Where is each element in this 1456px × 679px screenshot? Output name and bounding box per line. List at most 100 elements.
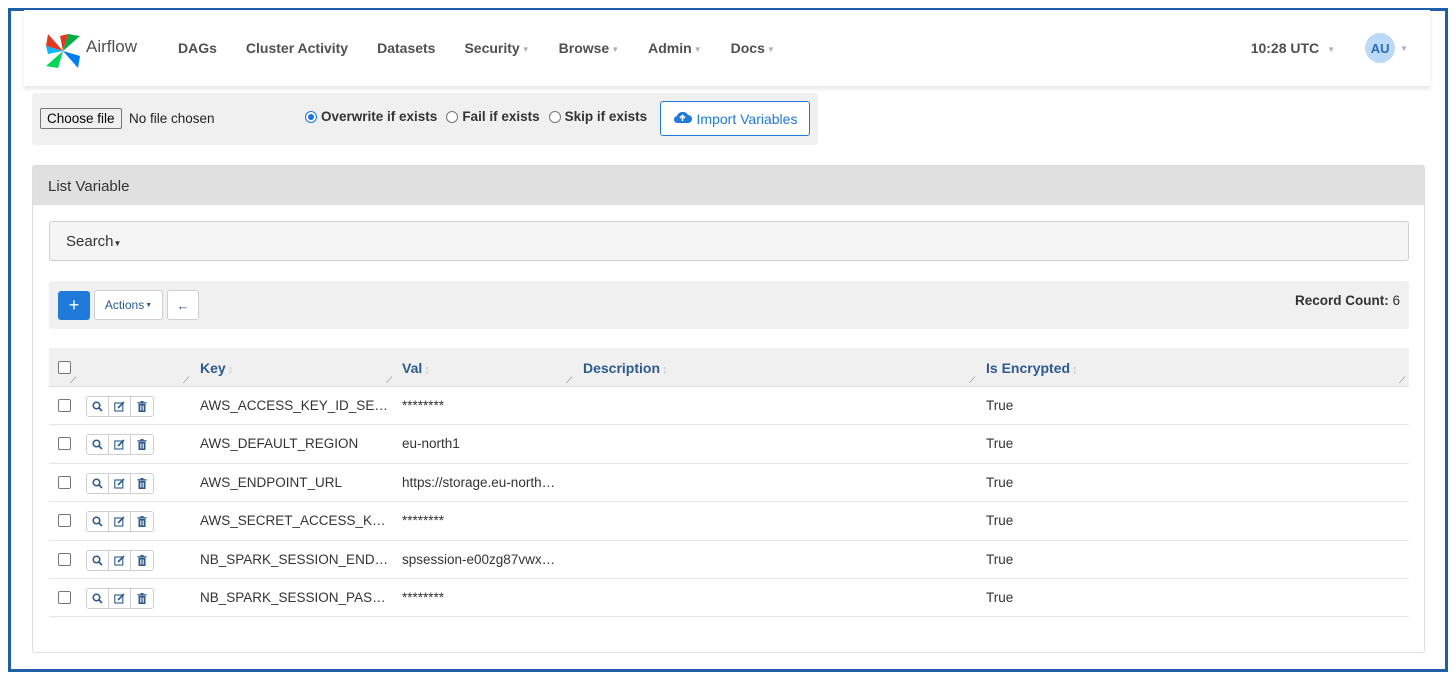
trash-icon[interactable] — [131, 474, 153, 493]
nav-cluster-activity[interactable]: Cluster Activity — [246, 40, 348, 56]
edit-icon[interactable] — [109, 397, 131, 416]
column-header-is-encrypted[interactable]: Is Encrypted ↕ — [986, 360, 1078, 376]
nav-security[interactable]: Security ▼ — [464, 40, 529, 56]
row-checkbox[interactable] — [58, 552, 71, 566]
nav-datasets-label: Datasets — [377, 40, 436, 56]
nav-browse-label: Browse — [558, 40, 610, 56]
resize-handle-icon[interactable]: ⟋ — [1399, 375, 1405, 386]
search-icon[interactable] — [87, 473, 109, 493]
nav-admin[interactable]: Admin ▼ — [648, 40, 701, 56]
table-row: NB_SPARK_SESSION_END… spsession-e00zg87v… — [49, 541, 1409, 579]
row-checkbox[interactable] — [58, 475, 71, 489]
nav-browse[interactable]: Browse ▼ — [559, 40, 620, 56]
search-icon[interactable] — [87, 512, 109, 532]
column-description-label: Description — [583, 360, 661, 376]
search-toggle[interactable]: Search▼ — [49, 221, 1409, 261]
trash-icon[interactable] — [131, 435, 153, 454]
edit-icon[interactable] — [109, 550, 131, 570]
actions-label: Actions — [104, 298, 145, 312]
nav-docs-label: Docs — [730, 40, 765, 56]
cell-key: AWS_SECRET_ACCESS_K… — [200, 513, 386, 529]
radio-button-checked[interactable] — [305, 110, 317, 123]
choose-file-button[interactable]: Choose file — [40, 108, 122, 129]
row-actions — [86, 587, 154, 609]
import-variables-button[interactable]: Import Variables — [660, 101, 810, 136]
nav-docs[interactable]: Docs ▼ — [731, 40, 775, 56]
current-time: 10:28 UTC — [1250, 40, 1320, 56]
chevron-down-icon: ▼ — [521, 44, 530, 54]
timezone-dropdown[interactable]: 10:28 UTC ▼ — [1251, 40, 1335, 56]
record-count-value: 6 — [1392, 293, 1400, 308]
actions-dropdown[interactable]: Actions ▼ — [94, 290, 163, 320]
table-header: ⟋ ⟋ Key ↕ ⟋ Val ↕ ⟋ Description ↕ ⟋ Is Encr… — [49, 348, 1409, 387]
edit-icon[interactable] — [109, 588, 131, 608]
user-avatar[interactable]: AU — [1365, 33, 1396, 63]
trash-icon[interactable] — [131, 397, 153, 416]
column-val-label: Val — [402, 360, 423, 376]
chevron-down-icon[interactable]: ▼ — [1400, 44, 1408, 53]
brand-name: Airflow — [86, 37, 138, 56]
resize-handle-icon[interactable]: ⟋ — [183, 375, 189, 386]
row-checkbox[interactable] — [58, 399, 71, 412]
file-status: No file chosen — [129, 111, 215, 126]
caret-down-icon: ▼ — [145, 301, 153, 309]
table-row: AWS_SECRET_ACCESS_K… ******** True — [49, 502, 1409, 541]
nav-dags[interactable]: DAGs — [178, 40, 217, 56]
radio-button[interactable] — [446, 110, 459, 123]
cell-key: AWS_ENDPOINT_URL — [200, 474, 343, 490]
edit-icon[interactable] — [109, 473, 131, 493]
column-header-key[interactable]: Key ↕ — [200, 360, 233, 376]
nav-security-label: Security — [464, 40, 520, 56]
cell-is-encrypted: True — [986, 551, 1014, 567]
sort-icon: ↕ — [662, 364, 668, 376]
resize-handle-icon[interactable]: ⟋ — [566, 375, 572, 386]
cell-is-encrypted: True — [986, 513, 1014, 529]
trash-icon[interactable] — [131, 589, 153, 608]
column-header-val[interactable]: Val ↕ — [402, 360, 430, 376]
edit-icon[interactable] — [109, 512, 131, 532]
cell-val: ******** — [402, 589, 445, 605]
radio-skip[interactable]: Skip if exists — [548, 109, 648, 124]
radio-overwrite[interactable]: Overwrite if exists — [305, 109, 437, 124]
search-icon[interactable] — [87, 550, 109, 570]
row-checkbox[interactable] — [58, 437, 71, 451]
caret-down-icon: ▼ — [113, 239, 122, 248]
back-button[interactable]: ← — [167, 290, 199, 320]
chevron-down-icon: ▼ — [611, 44, 620, 54]
radio-fail[interactable]: Fail if exists — [446, 109, 540, 124]
search-icon[interactable] — [87, 588, 109, 608]
chevron-down-icon: ▼ — [693, 44, 702, 54]
search-icon[interactable] — [87, 397, 109, 416]
cell-is-encrypted: True — [986, 474, 1014, 490]
edit-icon[interactable] — [109, 435, 131, 455]
row-checkbox[interactable] — [58, 590, 71, 604]
sort-icon: ↕ — [1072, 364, 1078, 376]
column-key-label: Key — [200, 360, 226, 376]
list-toolbar: + Actions ▼ ← Record Count: 6 — [49, 281, 1409, 329]
variables-table: ⟋ ⟋ Key ↕ ⟋ Val ↕ ⟋ Description ↕ ⟋ Is Encr… — [49, 348, 1409, 618]
add-variable-button[interactable]: + — [58, 291, 90, 320]
record-count: Record Count: 6 — [1295, 293, 1400, 308]
brand[interactable]: Airflow — [44, 32, 137, 70]
search-icon[interactable] — [87, 435, 109, 455]
resize-handle-icon[interactable]: ⟋ — [969, 375, 975, 386]
select-all-checkbox[interactable] — [58, 361, 71, 374]
nav-cluster-activity-label: Cluster Activity — [245, 40, 349, 56]
radio-button[interactable] — [548, 110, 561, 123]
trash-icon[interactable] — [131, 551, 153, 570]
cell-key: AWS_DEFAULT_REGION — [200, 436, 359, 452]
table-row: AWS_ACCESS_KEY_ID_SE… ******** True — [49, 387, 1409, 426]
import-mode-radios: Overwrite if exists Fail if exists Skip … — [305, 109, 656, 124]
row-checkbox[interactable] — [58, 514, 71, 528]
row-actions — [86, 549, 154, 571]
column-header-description[interactable]: Description ↕ — [583, 360, 668, 376]
row-actions — [86, 396, 154, 417]
cell-is-encrypted: True — [986, 398, 1014, 413]
cell-val: ******** — [402, 398, 445, 413]
trash-icon[interactable] — [131, 512, 153, 531]
nav-datasets[interactable]: Datasets — [377, 40, 435, 56]
resize-handle-icon[interactable]: ⟋ — [70, 375, 76, 386]
cell-val: https://storage.eu-north… — [402, 474, 556, 490]
radio-skip-label: Skip if exists — [564, 109, 648, 124]
resize-handle-icon[interactable]: ⟋ — [386, 375, 392, 386]
